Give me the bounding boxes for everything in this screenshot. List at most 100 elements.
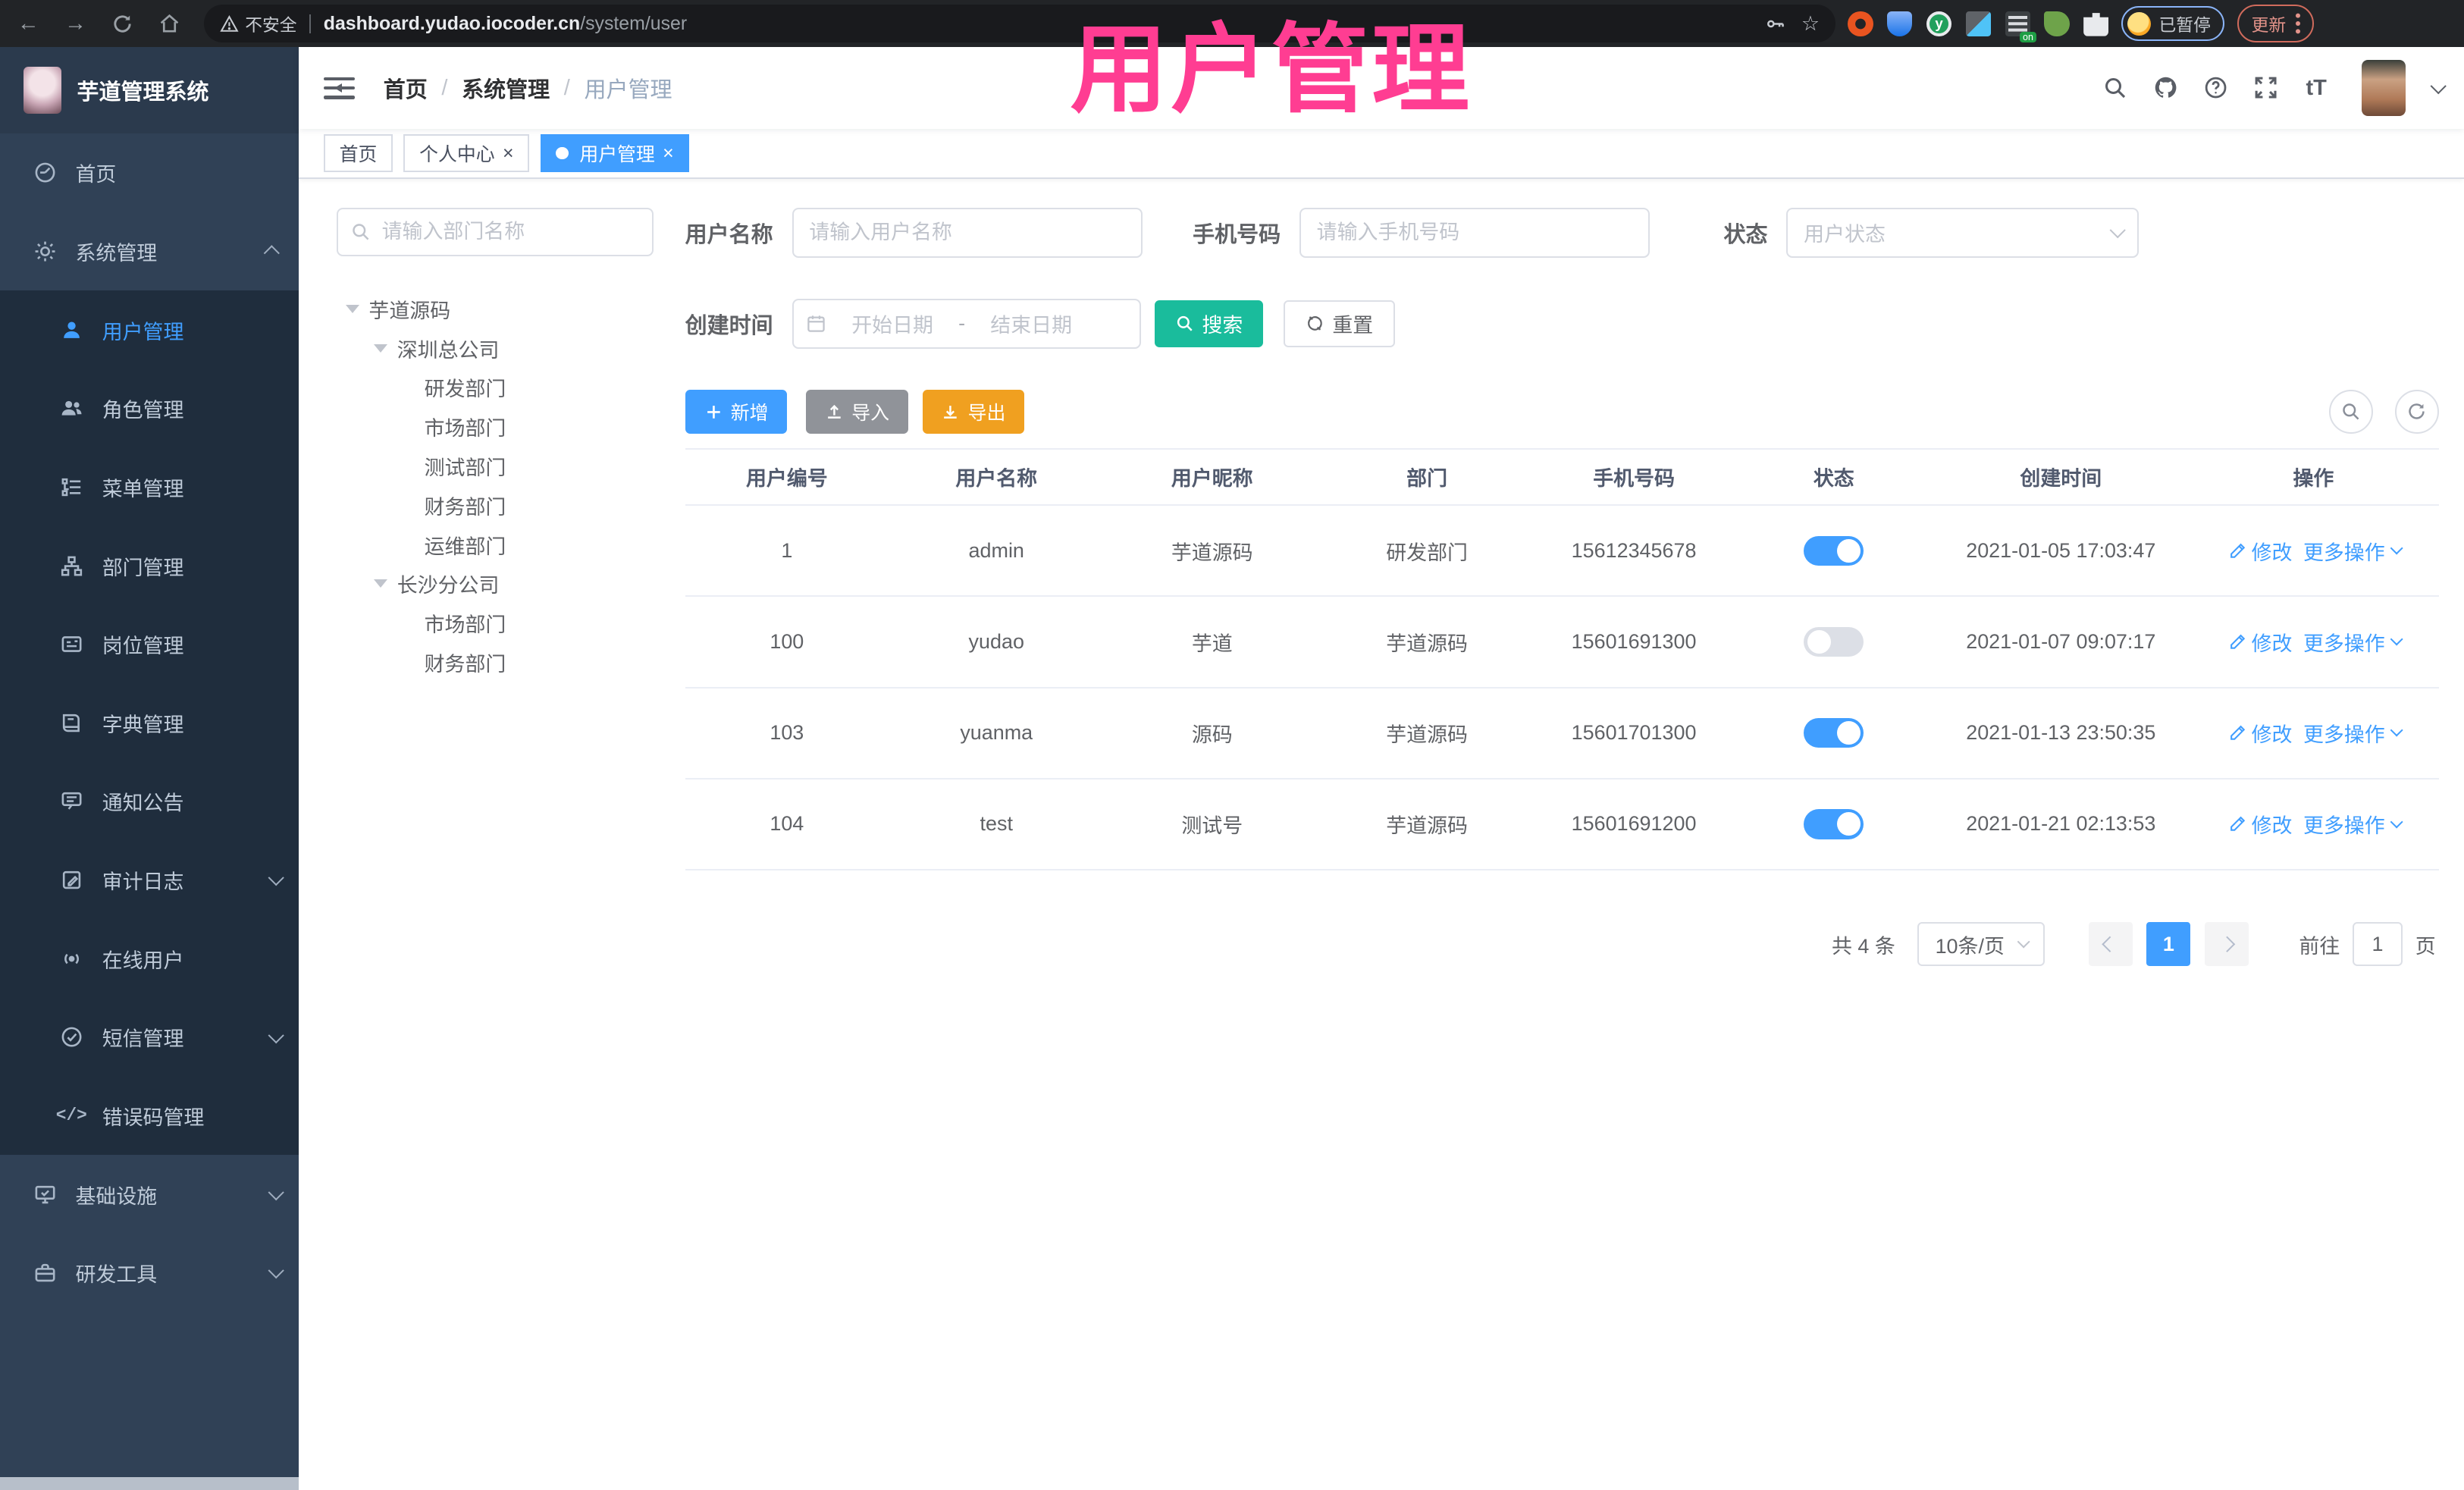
check-circle-icon [60,1025,83,1049]
sidebar-item-notice[interactable]: 通知公告 [0,762,299,841]
font-size-icon[interactable]: tT [2303,74,2331,102]
help-icon[interactable] [2202,74,2230,102]
browser-profile-chip[interactable]: 已暂停 [2121,6,2225,41]
breadcrumb-home[interactable]: 首页 [384,72,428,104]
page-1-button[interactable]: 1 [2146,922,2191,967]
status-select[interactable]: 用户状态 [1786,207,2139,258]
more-actions-link[interactable]: 更多操作 [2303,627,2403,657]
status-toggle[interactable] [1804,809,1864,839]
extension-icon-6[interactable] [2044,11,2070,36]
tree-node[interactable]: 深圳总公司 [337,328,654,368]
profile-status-label: 已暂停 [2158,14,2211,35]
tree-node[interactable]: 市场部门 [337,407,654,447]
browser-reload-button[interactable] [104,5,142,42]
sidebar-scrollbar[interactable] [0,1477,299,1490]
extensions-puzzle-icon[interactable] [2083,13,2109,36]
total-count-label: 共 4 条 [1831,934,1895,958]
edit-link[interactable]: 修改 [2228,718,2292,748]
id-card-icon [60,632,83,656]
breadcrumb-system[interactable]: 系统管理 [462,72,550,104]
search-button[interactable]: 搜索 [1155,300,1264,347]
tab-profile[interactable]: 个人中心 × [403,134,530,172]
tree-caret-icon[interactable] [345,304,359,314]
browser-forward-button[interactable]: → [57,5,95,42]
address-bar[interactable]: 不安全 dashboard.yudao.iocoder.cn /system/u… [204,5,1835,42]
browser-update-button[interactable]: 更新 [2237,5,2315,42]
extension-icon-1[interactable] [1848,11,1873,36]
github-icon[interactable] [2152,74,2180,102]
sidebar-item-dict-mgmt[interactable]: 字典管理 [0,684,299,763]
tree-node[interactable]: 运维部门 [337,525,654,564]
goto-page-input[interactable] [2352,922,2403,967]
refresh-table-button[interactable] [2394,389,2439,434]
extension-icon-3[interactable]: y [1926,11,1952,36]
status-toggle[interactable] [1804,626,1864,657]
tree-node[interactable]: 测试部门 [337,447,654,486]
sidebar-item-dept-mgmt[interactable]: 部门管理 [0,526,299,605]
not-secure-warning[interactable]: 不安全 [220,11,297,36]
edit-link[interactable]: 修改 [2228,536,2292,566]
sidebar-item-home[interactable]: 首页 [0,133,299,212]
page-size-select[interactable]: 10条/页 [1917,922,2045,967]
dept-search-input[interactable] [336,207,654,256]
chevron-down-icon [268,870,284,886]
prev-page-button[interactable] [2088,922,2133,967]
sidebar-item-infra[interactable]: 基础设施 [0,1155,299,1234]
next-page-button[interactable] [2205,922,2249,967]
password-key-icon[interactable] [1765,14,1785,34]
username-input[interactable] [792,207,1143,258]
sidebar-item-post-mgmt[interactable]: 岗位管理 [0,605,299,684]
bookmark-star-icon[interactable]: ☆ [1801,12,1820,36]
status-toggle[interactable] [1804,535,1864,566]
search-icon[interactable] [2101,74,2129,102]
tree-caret-icon[interactable] [374,343,388,353]
tree-node[interactable]: 财务部门 [337,643,654,682]
dept-tree-panel: 芋道源码 深圳总公司 研发部门 市场部门 测试部门 财务部门 运维部门 长沙分公… [336,207,654,967]
extension-icon-2[interactable] [1887,11,1913,36]
col-user-id: 用户编号 [685,447,889,507]
sidebar-item-sms-mgmt[interactable]: 短信管理 [0,998,299,1077]
sidebar-item-menu-mgmt[interactable]: 菜单管理 [0,448,299,527]
browser-home-button[interactable] [151,5,189,42]
fullscreen-icon[interactable] [2252,74,2280,102]
export-button[interactable]: 导出 [922,389,1025,434]
status-toggle[interactable] [1804,718,1864,748]
mobile-input[interactable] [1299,207,1651,258]
edit-log-icon [60,868,83,892]
more-actions-link[interactable]: 更多操作 [2303,809,2403,839]
sidebar-item-audit-log[interactable]: 审计日志 [0,841,299,920]
date-separator: - [958,312,966,335]
close-icon[interactable]: × [503,143,514,163]
more-actions-link[interactable]: 更多操作 [2303,536,2403,566]
date-range-picker[interactable]: 开始日期 - 结束日期 [792,298,1141,350]
tree-node[interactable]: 研发部门 [337,368,654,407]
tree-node[interactable]: 财务部门 [337,485,654,525]
more-actions-link[interactable]: 更多操作 [2303,718,2403,748]
tree-node[interactable]: 市场部门 [337,604,654,643]
reset-button[interactable]: 重置 [1284,300,1396,347]
tree-node[interactable]: 芋道源码 [337,289,654,328]
sidebar-collapse-icon[interactable] [323,75,356,100]
sidebar-item-system[interactable]: 系统管理 [0,212,299,291]
browser-menu-icon[interactable] [2295,20,2300,27]
extension-icon-5[interactable] [2005,11,2037,42]
sidebar-item-online-users[interactable]: 在线用户 [0,919,299,998]
sidebar-item-user-mgmt[interactable]: 用户管理 [0,290,299,369]
tree-node[interactable]: 长沙分公司 [337,564,654,604]
tab-user-mgmt[interactable]: 用户管理 × [540,134,690,172]
edit-link[interactable]: 修改 [2228,627,2292,657]
add-button[interactable]: 新增 [685,389,788,434]
toggle-search-button[interactable] [2328,389,2373,434]
sidebar-item-error-code[interactable]: </> 错误码管理 [0,1077,299,1156]
close-icon[interactable]: × [663,143,674,163]
edit-link[interactable]: 修改 [2228,809,2292,839]
tab-home[interactable]: 首页 [323,134,393,172]
user-avatar[interactable] [2362,59,2406,117]
tree-caret-icon[interactable] [374,579,388,589]
sidebar-item-devtools[interactable]: 研发工具 [0,1234,299,1313]
extension-icon-4[interactable] [1965,11,1991,36]
import-button[interactable]: 导入 [806,389,908,434]
browser-back-button[interactable]: ← [9,5,47,42]
avatar-caret-icon[interactable] [2431,77,2447,94]
sidebar-item-role-mgmt[interactable]: 角色管理 [0,369,299,448]
